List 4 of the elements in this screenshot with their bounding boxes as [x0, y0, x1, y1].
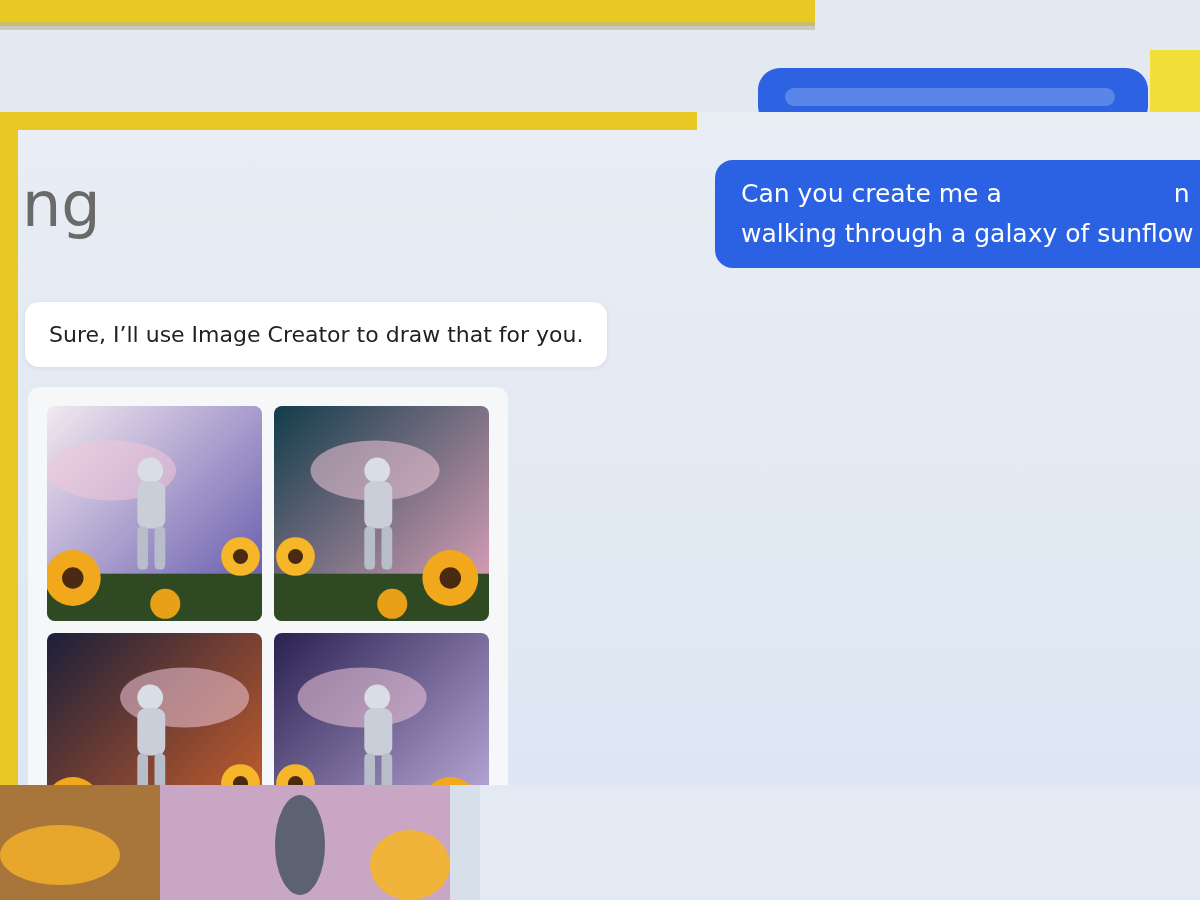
message-text: n [1173, 178, 1190, 210]
message-text: Can you create me a [741, 178, 1002, 210]
message-text: walking through a galaxy of sunflow [741, 218, 1194, 250]
chat-bubble: Sure, I’ll use Image Creator to draw that for you. [25, 302, 608, 367]
